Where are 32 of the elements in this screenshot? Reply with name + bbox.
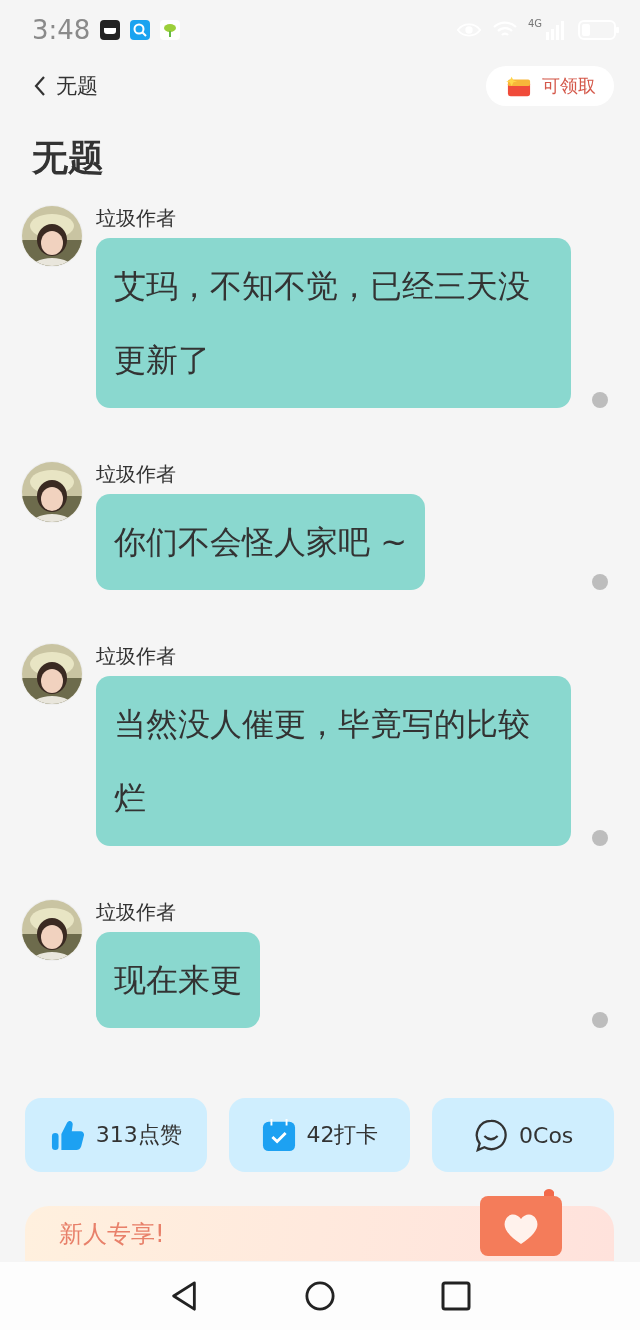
search-app-icon	[130, 20, 151, 40]
page-title: 无题	[32, 136, 105, 180]
gift-box-icon	[506, 74, 532, 98]
author-name: 垃圾作者	[96, 461, 177, 488]
message-bubble: 你们不会怪人家吧 ~	[96, 494, 425, 590]
mask-app-icon	[100, 20, 121, 40]
back-button[interactable]: 无题	[34, 72, 98, 100]
author-name: 垃圾作者	[96, 899, 177, 926]
thumbs-up-icon	[49, 1118, 86, 1152]
banner-title: 新人专享!	[59, 1219, 165, 1250]
chat-bubble-icon	[473, 1118, 510, 1152]
message-bubble: 艾玛，不知不觉，已经三天没更新了	[96, 238, 571, 408]
back-chevron-icon	[34, 75, 46, 97]
status-dot	[592, 1012, 608, 1028]
message-bubble: 当然没人催更，毕竟写的比较烂	[96, 676, 571, 846]
status-dot	[592, 392, 608, 408]
reward-button[interactable]: 可领取	[486, 66, 614, 106]
back-nav-icon[interactable]	[169, 1280, 199, 1312]
recents-nav-icon[interactable]	[441, 1280, 471, 1312]
status-dot	[592, 574, 608, 590]
status-time: 3:48	[32, 15, 91, 45]
status-dot	[592, 830, 608, 846]
home-nav-icon[interactable]	[305, 1280, 335, 1312]
calendar-check-icon	[260, 1118, 297, 1152]
author-name: 垃圾作者	[96, 643, 177, 670]
tree-app-icon	[160, 20, 181, 40]
author-name: 垃圾作者	[96, 205, 177, 232]
message-bubble: 现在来更	[96, 932, 260, 1028]
stat-button[interactable]: 313点赞	[25, 1098, 207, 1172]
network-label: 4G	[527, 18, 542, 29]
stat-button[interactable]: 0Cos	[432, 1098, 614, 1172]
stat-button[interactable]: 42打卡	[228, 1098, 411, 1172]
